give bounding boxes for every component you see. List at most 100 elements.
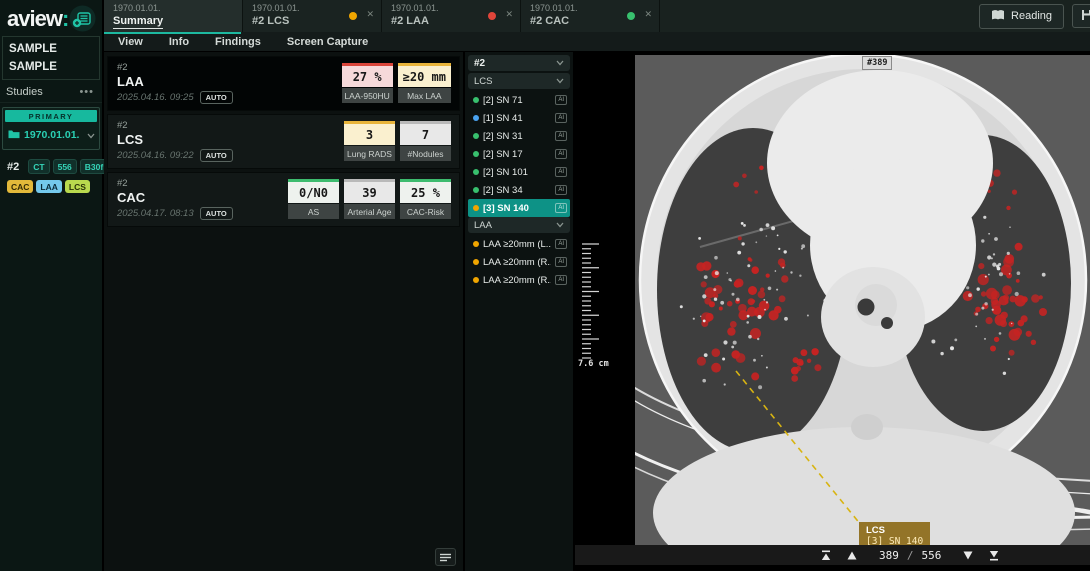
menu-view[interactable]: View (118, 36, 143, 48)
patient-name-box[interactable]: SAMPLE SAMPLE (2, 36, 100, 80)
ai-badge: AI (555, 203, 567, 213)
ai-badge: AI (555, 257, 567, 267)
studies-label: Studies (6, 86, 43, 98)
finding-dot (473, 133, 479, 139)
laa-group-select[interactable]: LAA (468, 217, 570, 233)
tab-lcs[interactable]: 1970.01.01. #2 LCS ✕ (243, 0, 382, 32)
logo-row: aview: (0, 0, 102, 35)
laa-badge[interactable]: LAA (36, 180, 61, 193)
app-root: aview: SAMPLE SAMPLE Studies ••• (0, 0, 1090, 571)
patient-name-line1: SAMPLE (9, 40, 93, 58)
reading-button[interactable]: Reading (979, 4, 1064, 29)
finding-dot (473, 259, 479, 265)
list-icon (440, 550, 451, 565)
summary-card-laa[interactable]: #2 LAA 2025.04.16. 09:25 AUTO 27 % LAA-9… (107, 56, 460, 111)
finding-sn17[interactable]: [2] SN 17AI (468, 145, 570, 163)
finding-laa-right1[interactable]: LAA ≥20mm (R...AI (468, 253, 570, 271)
auto-badge: AUTO (200, 91, 233, 104)
stat-tile-laa950: 27 % LAA-950HU (342, 63, 393, 103)
finding-sn71[interactable]: [2] SN 71AI (468, 91, 570, 109)
first-slice-button[interactable] (813, 545, 839, 565)
summary-card-lcs[interactable]: #2 LCS 2025.04.16. 09:22 AUTO 3 Lung RAD… (107, 114, 460, 169)
tab-cac[interactable]: 1970.01.01. #2 CAC ✕ (521, 0, 660, 32)
stat-tile-lungrads: 3 Lung RADS (344, 121, 395, 161)
menu-bar: View Info Findings Screen Capture (104, 32, 1090, 52)
close-icon[interactable]: ✕ (366, 9, 374, 20)
ai-badge: AI (555, 113, 567, 123)
study-item[interactable]: PRIMARY 1970.01.01. (2, 107, 100, 150)
menu-screen-capture[interactable]: Screen Capture (287, 36, 368, 48)
menu-findings[interactable]: Findings (215, 36, 261, 48)
stat-tile-maxlaa: ≥20 mm Max LAA (398, 63, 451, 103)
lcs-badge[interactable]: LCS (65, 180, 90, 193)
ct-viewer[interactable]: 7.6 cm #389 LCS [3] SN 140 389/556 (575, 52, 1090, 571)
app-logo: aview: (7, 6, 68, 32)
auto-badge: AUTO (200, 149, 233, 162)
ct-slice-image[interactable] (635, 55, 1090, 545)
slice-number-tag: #389 (862, 56, 892, 70)
tab-laa[interactable]: 1970.01.01. #2 LAA ✕ (382, 0, 521, 32)
ai-badge: AI (555, 185, 567, 195)
slice-count-badge: 556 (53, 159, 77, 174)
finding-dot (473, 241, 479, 247)
tab-summary[interactable]: 1970.01.01. Summary (104, 0, 243, 32)
status-dot-amber (349, 12, 357, 20)
auto-badge: AUTO (200, 207, 233, 220)
series-select[interactable]: #2 (468, 55, 570, 71)
slice-counter: 389/556 (865, 549, 955, 562)
ai-badge: AI (555, 131, 567, 141)
finding-sn101[interactable]: [2] SN 101AI (468, 163, 570, 181)
stat-tile-arterial-age: 39 Arterial Age (344, 179, 395, 219)
finding-sn41[interactable]: [1] SN 41AI (468, 109, 570, 127)
sidebar: aview: SAMPLE SAMPLE Studies ••• (0, 0, 104, 571)
primary-badge: PRIMARY (5, 110, 97, 122)
finding-sn34[interactable]: [2] SN 34AI (468, 181, 570, 199)
lcs-group-select[interactable]: LCS (468, 73, 570, 89)
cac-badge[interactable]: CAC (7, 180, 33, 193)
save-icon (1081, 9, 1090, 24)
summary-card-cac[interactable]: #2 CAC 2025.04.17. 08:13 AUTO 0/N0 AS (107, 172, 460, 227)
studies-more-icon[interactable]: ••• (79, 86, 94, 98)
series-id: #2 (7, 161, 19, 173)
status-dot-green (627, 12, 635, 20)
series-row: #2 CT 556 B30f (0, 150, 102, 174)
finding-laa-right2[interactable]: LAA ≥20mm (R...AI (468, 271, 570, 289)
status-dot-red (488, 12, 496, 20)
finding-sn31[interactable]: [2] SN 31AI (468, 127, 570, 145)
close-icon[interactable]: ✕ (644, 9, 652, 20)
active-tab-indicator (104, 32, 241, 34)
finding-dot (473, 115, 479, 121)
finding-laa-left[interactable]: LAA ≥20mm (L...AI (468, 235, 570, 253)
summary-panel: #2 LAA 2025.04.16. 09:25 AUTO 27 % LAA-9… (104, 52, 465, 571)
chevron-down-icon[interactable] (87, 126, 95, 144)
modality-badge: CT (28, 159, 49, 174)
summary-list-button[interactable] (435, 548, 456, 566)
book-icon (991, 9, 1005, 24)
ai-badge: AI (555, 239, 567, 249)
slice-navigation-bar: 389/556 (575, 545, 1090, 565)
finding-sn140-selected[interactable]: [3] SN 140AI (468, 199, 570, 217)
chevron-down-icon (556, 60, 564, 66)
study-date: 1970.01.01. (24, 129, 83, 141)
finding-dot (473, 187, 479, 193)
chevron-down-icon (556, 222, 564, 228)
next-slice-button[interactable] (955, 545, 981, 565)
ai-badge: AI (555, 95, 567, 105)
menu-info[interactable]: Info (169, 36, 189, 48)
previous-slice-button[interactable] (839, 545, 865, 565)
close-icon[interactable]: ✕ (505, 9, 513, 20)
finding-dot (473, 169, 479, 175)
finding-dot (473, 205, 479, 211)
patient-name-line2: SAMPLE (9, 58, 93, 76)
ruler-scale-label: 7.6 cm (578, 359, 609, 369)
last-slice-button[interactable] (981, 545, 1007, 565)
folder-icon (8, 126, 20, 144)
ai-badge: AI (555, 149, 567, 159)
module-badges: CAC LAA LCS (0, 174, 102, 193)
main-area: 1970.01.01. Summary 1970.01.01. #2 LCS ✕… (104, 0, 1090, 571)
finding-dot (473, 151, 479, 157)
ai-badge: AI (555, 167, 567, 177)
chevron-down-icon (556, 78, 564, 84)
scale-ruler (581, 242, 603, 364)
save-button[interactable] (1072, 4, 1090, 28)
